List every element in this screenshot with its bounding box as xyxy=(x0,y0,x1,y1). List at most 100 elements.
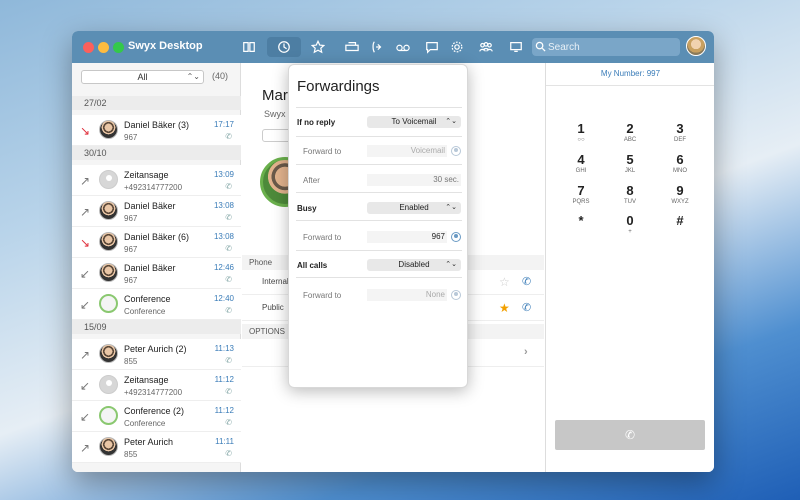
dial-key-7[interactable]: 7 PQRS xyxy=(556,183,606,205)
search-input[interactable] xyxy=(548,39,673,55)
caller-name: Conference (2) xyxy=(124,406,185,416)
my-number: My Number: 997 xyxy=(600,69,661,78)
phone-icon[interactable]: ✆ xyxy=(225,418,232,427)
contact-picker-icon[interactable] xyxy=(451,146,461,156)
outgoing-call-icon: ↗ xyxy=(80,441,91,455)
dial-key-0[interactable]: 0 + xyxy=(605,213,655,235)
forwarding-icon[interactable] xyxy=(364,37,390,57)
dial-letters: WXYZ xyxy=(671,199,689,205)
chat-icon[interactable] xyxy=(419,37,445,57)
phone-icon[interactable]: ✆ xyxy=(225,306,232,315)
star-filled-icon[interactable]: ★ xyxy=(499,301,510,315)
call-row[interactable]: ↗ Daniel Bäker 967 13:08 ✆ xyxy=(72,196,241,227)
busy-select[interactable]: Enabled ⌃⌄ xyxy=(367,202,461,214)
phone-icon[interactable]: ✆ xyxy=(225,244,232,253)
avatar xyxy=(99,201,118,220)
busy-forward-to-label: Forward to xyxy=(303,233,342,242)
call-row[interactable]: ↙ Conference (2) Conference 11:12 ✆ xyxy=(72,401,241,432)
dial-key-2[interactable]: 2 ABC xyxy=(605,121,655,143)
dial-key-1[interactable]: 1 ○○ xyxy=(556,121,606,143)
dial-digit: 8 xyxy=(626,183,634,198)
close-window-button[interactable] xyxy=(83,42,94,53)
call-time: 11:13 xyxy=(214,344,234,353)
phone-office-icon[interactable] xyxy=(339,37,365,57)
avatar xyxy=(99,263,118,282)
outgoing-call-icon: ↗ xyxy=(80,205,91,219)
star-icon[interactable]: ☆ xyxy=(499,275,510,289)
forwardings-popover: Forwardings If no reply To Voicemail ⌃⌄ F… xyxy=(288,64,468,388)
divider xyxy=(296,220,462,221)
dial-key-6[interactable]: 6 MNO xyxy=(655,152,705,174)
caller-name: Daniel Bäker (6) xyxy=(124,232,190,242)
zoom-window-button[interactable] xyxy=(113,42,124,53)
incoming-call-icon: ↙ xyxy=(80,410,91,424)
call-button[interactable]: ✆ xyxy=(555,420,705,450)
dial-key-9[interactable]: 9 WXYZ xyxy=(655,183,705,205)
divider xyxy=(546,85,714,86)
divider xyxy=(296,136,462,137)
no-reply-select[interactable]: To Voicemail ⌃⌄ xyxy=(367,116,461,128)
dial-letters: ABC xyxy=(623,137,637,143)
phone-icon[interactable]: ✆ xyxy=(225,275,232,284)
busy-forward-to-field[interactable]: 967 xyxy=(367,231,447,243)
divider xyxy=(296,277,462,278)
caller-name: Zeitansage xyxy=(124,170,169,180)
call-row[interactable]: ↘ Daniel Bäker (6) 967 13:08 ✆ xyxy=(72,227,241,258)
after-field[interactable]: 30 sec. xyxy=(367,174,461,186)
divider xyxy=(296,107,462,108)
call-row[interactable]: ↗ Peter Aurich (2) 855 11:13 ✆ xyxy=(72,339,241,370)
phone-icon[interactable]: ✆ xyxy=(225,387,232,396)
call-row[interactable]: ↙ Daniel Bäker 967 12:46 ✆ xyxy=(72,258,241,289)
caller-name: Daniel Bäker xyxy=(124,201,176,211)
history-icon[interactable] xyxy=(267,37,301,57)
phone-icon[interactable]: ✆ xyxy=(225,449,232,458)
avatar xyxy=(99,437,118,456)
call-filter-select[interactable]: All ⌃⌄ xyxy=(81,70,204,84)
phone-icon: ✆ xyxy=(625,428,636,442)
gear-icon[interactable] xyxy=(444,37,470,57)
no-reply-forward-to-field[interactable]: Voicemail xyxy=(367,145,447,157)
contact-picker-icon[interactable] xyxy=(451,232,461,242)
voicemail-icon[interactable] xyxy=(390,37,416,57)
dial-key-5[interactable]: 5 JKL xyxy=(605,152,655,174)
dial-digit: 3 xyxy=(676,121,684,136)
dial-key-3[interactable]: 3 DEF xyxy=(655,121,705,143)
call-time: 11:12 xyxy=(214,406,234,415)
desk-icon[interactable] xyxy=(503,37,529,57)
outgoing-call-icon: ↗ xyxy=(80,174,91,188)
contact-picker-icon[interactable] xyxy=(451,290,461,300)
call-row[interactable]: ↘ Daniel Bäker (3) 967 17:17 ✆ xyxy=(72,115,241,146)
no-reply-value: To Voicemail xyxy=(391,117,437,126)
dial-key-hash[interactable]: # xyxy=(655,213,705,229)
all-calls-select[interactable]: Disabled ⌃⌄ xyxy=(367,259,461,271)
divider xyxy=(296,192,462,193)
missed-call-icon: ↘ xyxy=(80,236,91,250)
phone-icon[interactable]: ✆ xyxy=(225,213,232,222)
contact-subtitle: Swyx xyxy=(264,109,286,119)
minimize-window-button[interactable] xyxy=(98,42,109,53)
phone-icon[interactable]: ✆ xyxy=(225,132,232,141)
call-time: 11:12 xyxy=(214,375,234,384)
dial-key-4[interactable]: 4 GHI xyxy=(556,152,606,174)
chevron-updown-icon: ⌃⌄ xyxy=(186,72,200,81)
phone-icon[interactable]: ✆ xyxy=(225,356,232,365)
search-box xyxy=(532,38,680,56)
avatar xyxy=(99,406,118,425)
phone-icon[interactable]: ✆ xyxy=(522,301,531,314)
avatar xyxy=(99,232,118,251)
call-row[interactable]: ↗ Zeitansage +492314777200 13:09 ✆ xyxy=(72,165,241,196)
user-avatar[interactable] xyxy=(686,36,706,56)
phone-icon[interactable]: ✆ xyxy=(225,182,232,191)
call-row[interactable]: ↗ Peter Aurich 855 11:11 ✆ xyxy=(72,432,241,463)
caller-name: Zeitansage xyxy=(124,375,169,385)
no-reply-label: If no reply xyxy=(297,118,336,127)
all-calls-forward-to-field[interactable]: None xyxy=(367,289,447,301)
group-icon[interactable] xyxy=(473,37,499,57)
phone-icon[interactable]: ✆ xyxy=(522,275,531,288)
dial-key-star[interactable]: * xyxy=(556,213,606,229)
star-icon[interactable] xyxy=(305,37,331,57)
call-row[interactable]: ↙ Conference Conference 12:40 ✆ xyxy=(72,289,241,320)
call-row[interactable]: ↙ Zeitansage +492314777200 11:12 ✆ xyxy=(72,370,241,401)
dial-key-8[interactable]: 8 TUV xyxy=(605,183,655,205)
book-icon[interactable] xyxy=(236,37,262,57)
